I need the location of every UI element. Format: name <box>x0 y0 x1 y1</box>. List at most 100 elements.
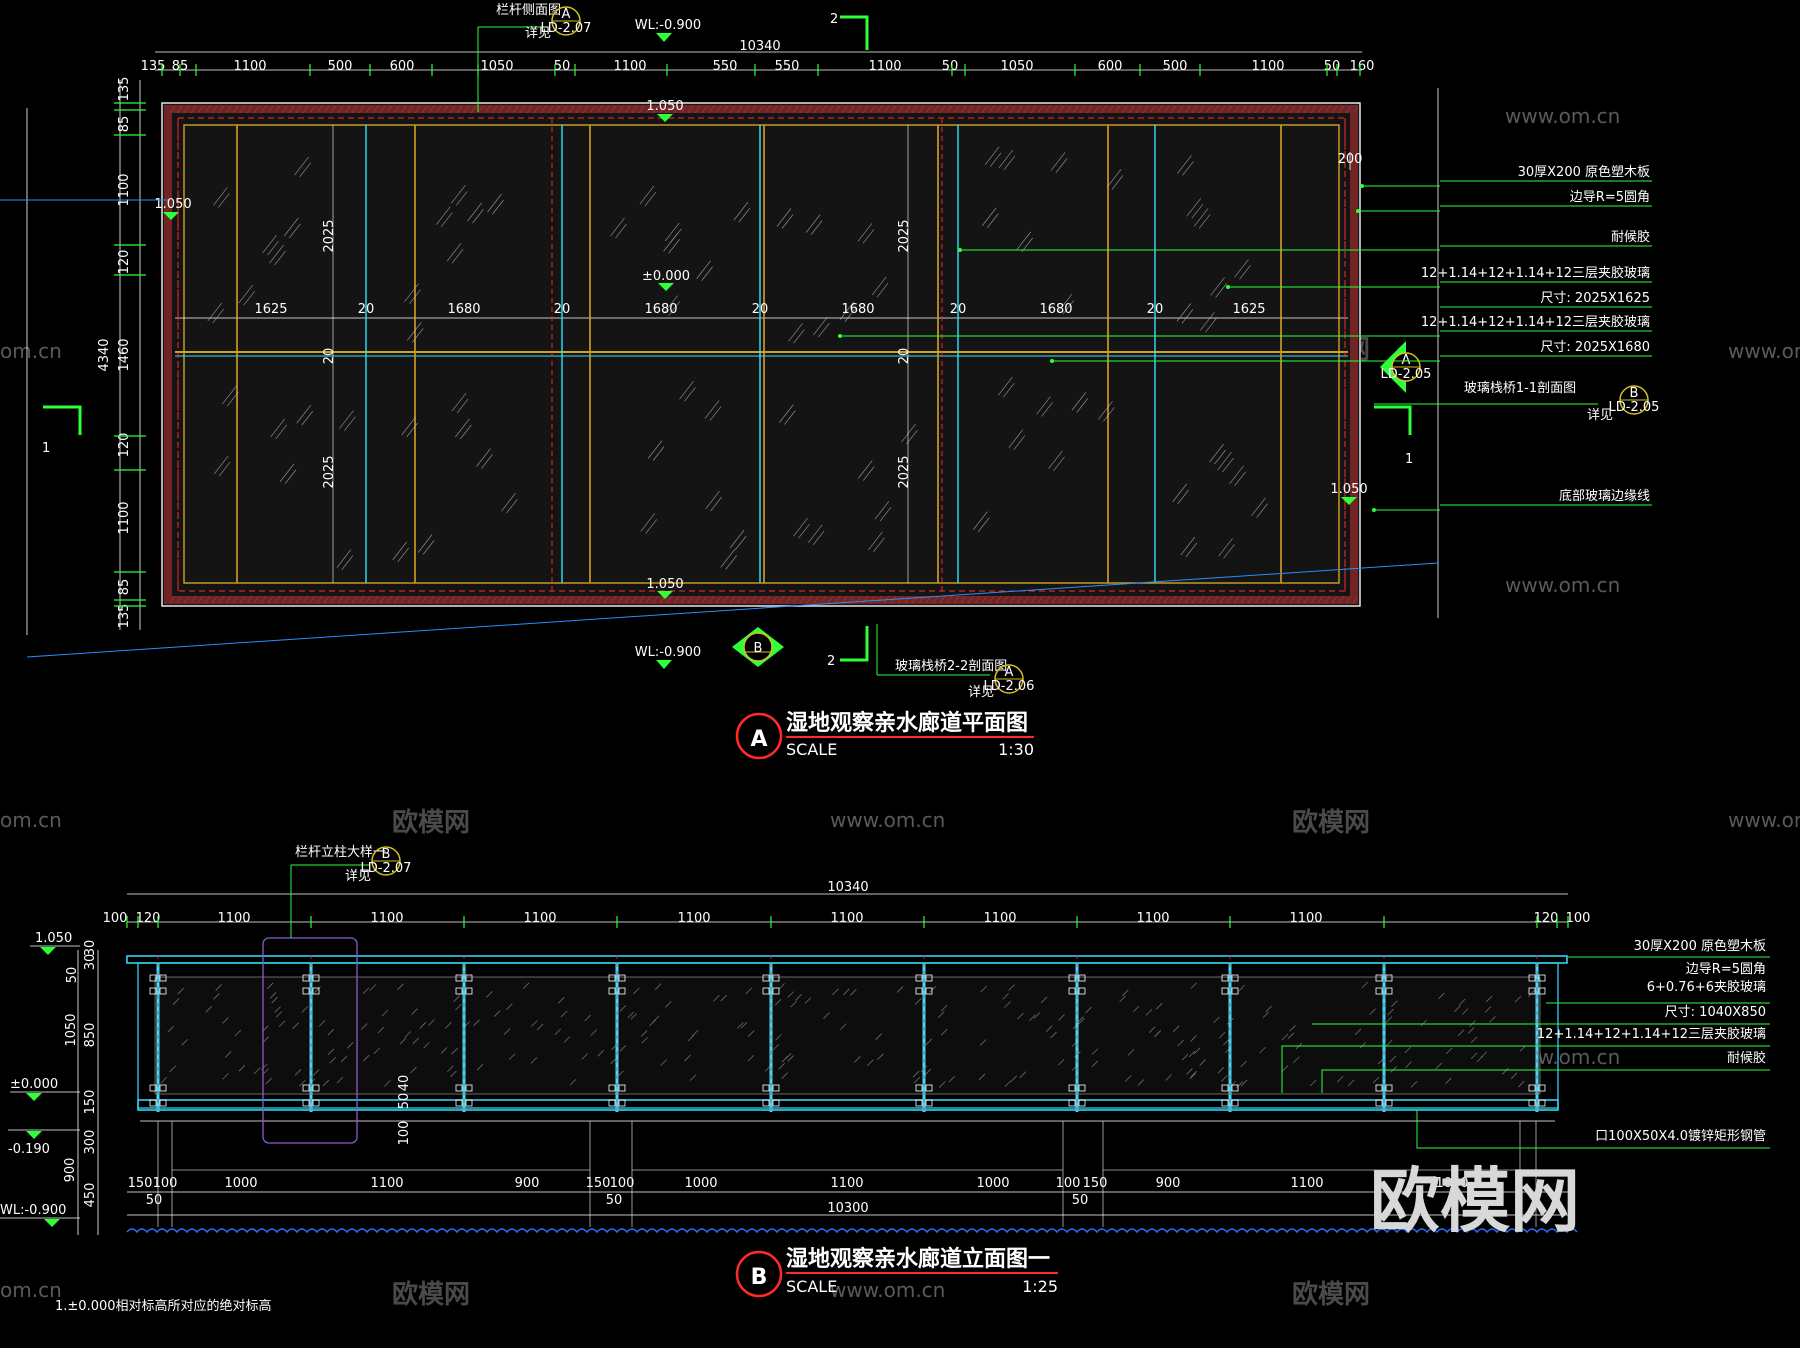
elev-bottom-dim: 900 <box>1156 1176 1181 1191</box>
elev-scale-label: SCALE <box>786 1277 837 1296</box>
elev-small-dim: 40 <box>397 1075 412 1092</box>
level-triangle <box>656 660 672 669</box>
elev-top-dim: 1100 <box>523 911 556 926</box>
plan-inner-mid: 20 <box>322 348 337 365</box>
plan-note: 底部玻璃边缘线 <box>1559 488 1650 504</box>
elev-left-dim: 150 <box>83 1090 98 1115</box>
watermark-url: www.om.cn <box>830 808 945 832</box>
elev-bottom-dim: 1000 <box>976 1176 1009 1191</box>
elev-top-dims: 100 120 1100 1100 1100 1100 1100 1100 1100 1100 12… <box>103 911 1591 928</box>
callout-top-ref: LD-2.07 <box>541 21 592 36</box>
plan-left-dim: 85 <box>117 116 132 133</box>
watermark-cn-short: om.cn <box>0 808 62 832</box>
plan-note: 耐候胶 <box>1611 229 1650 245</box>
elev-top-dim: 1100 <box>1136 911 1169 926</box>
watermark-url: www.om.cn <box>1505 104 1620 128</box>
plan-top-dim: 600 <box>390 59 415 74</box>
elev-left-dim: 30 <box>83 954 98 971</box>
elev-left-dim: 50 <box>65 967 80 984</box>
elev-left-dim: 300 <box>83 1130 98 1155</box>
plan-note: 30厚X200 原色塑木板 <box>1518 164 1650 180</box>
plan-top-dim: 550 <box>713 59 738 74</box>
section-mark-bottom <box>840 626 869 662</box>
elev-callout-ref: LD-2.07 <box>361 861 412 876</box>
callout-bottom-text: 玻璃栈桥2-2剖面图 <box>895 659 1007 674</box>
elev-bottom-dim2: 50 <box>146 1193 163 1208</box>
plan-note: 尺寸: 2025X1625 <box>1540 291 1650 306</box>
elev-bottom-dim: 100 <box>610 1176 635 1191</box>
callout-top-text: 栏杆侧面图 <box>496 3 561 18</box>
plan-overall-height: 4340 <box>97 338 112 371</box>
elev-top-deck <box>126 955 1568 964</box>
right-marker-ref: LD-2.05 <box>1381 367 1432 382</box>
plan-panel-dim: 20 <box>358 302 375 317</box>
plan-level-right: 1.050 <box>1330 482 1367 497</box>
elev-glass <box>154 976 1541 1095</box>
plan-top-dim: 1100 <box>233 59 266 74</box>
section-num-right: 1 <box>1405 452 1413 467</box>
plan-top-dim: 1100 <box>613 59 646 74</box>
plan-top-dim: 1100 <box>868 59 901 74</box>
plan-title-marker-letter: A <box>750 727 767 752</box>
watermark-cn-short: om.cn <box>0 339 62 363</box>
callout-right-mark: B <box>1630 386 1639 401</box>
elev-scale-value: 1:25 <box>1022 1277 1058 1296</box>
plan-note: 12+1.14+12+1.14+12三层夹胶玻璃 <box>1421 265 1650 281</box>
plan-scale-label: SCALE <box>786 740 837 759</box>
elev-small-dim: 100 <box>397 1121 412 1146</box>
plan-level-top: 1.050 <box>646 99 683 114</box>
elev-bottom-dim: 100 <box>1056 1176 1081 1191</box>
plan-panel-dim: 1680 <box>1039 302 1072 317</box>
elev-overall-bottom: 10300 <box>827 1201 868 1216</box>
elev-bottom-dim: 1000 <box>684 1176 717 1191</box>
elev-bottom-dim: 150 <box>1083 1176 1108 1191</box>
elev-note: 12+1.14+12+1.14+12三层夹胶玻璃 <box>1537 1026 1766 1042</box>
watermark-cn: 欧模网 <box>1292 807 1370 838</box>
watermark-url: www.om.cn <box>1728 808 1800 832</box>
plan-left-dim: 120 <box>117 250 132 275</box>
plan-inner-dim: 2025 <box>897 455 912 488</box>
elev-top-dim: 1100 <box>983 911 1016 926</box>
plan-inner-mid: 20 <box>897 348 912 365</box>
elev-note: 尺寸: 1040X850 <box>1665 1005 1766 1020</box>
plan-top-dim: 1050 <box>480 59 513 74</box>
elev-overall-top: 10340 <box>827 880 868 895</box>
elev-bottom-dim: 150 <box>586 1176 611 1191</box>
plan-level-bottom: 1.050 <box>646 577 683 592</box>
plan-panel-dim: 1625 <box>1232 302 1265 317</box>
elev-water-line <box>126 1228 1578 1234</box>
watermark-url: www.om.cn <box>1505 573 1620 597</box>
elev-top-dim: 1100 <box>677 911 710 926</box>
plan-left-dim: 85 <box>117 579 132 596</box>
plan-left-dim: 1100 <box>117 173 132 206</box>
watermark-url: www.om.cn <box>830 1278 945 1302</box>
elev-note: 6+0.76+6夹胶玻璃 <box>1647 979 1766 995</box>
elev-title-marker-letter: B <box>751 1265 768 1290</box>
section-mark-right <box>1374 405 1412 435</box>
section-num-bottom: 2 <box>827 654 835 669</box>
elev-left-dim: 850 <box>83 1023 98 1048</box>
section-num-top: 2 <box>830 12 838 27</box>
elev-top-dim: 1100 <box>217 911 250 926</box>
plan-panel-dim: 20 <box>950 302 967 317</box>
plan-left-dims: 1358511001201460120110085135 <box>114 77 146 628</box>
plan-top-dim: 550 <box>775 59 800 74</box>
elev-top-dim: 1100 <box>370 911 403 926</box>
plan-left-dim: 1460 <box>117 338 132 371</box>
plan-scale-value: 1:30 <box>998 740 1034 759</box>
plan-left-dim: 1100 <box>117 501 132 534</box>
elev-bottom-dim: 1100 <box>830 1176 863 1191</box>
watermark-cn-short: om.cn <box>0 1278 62 1302</box>
elev-note: 30厚X200 原色塑木板 <box>1634 938 1766 954</box>
elev-left-dim: 1050 <box>64 1013 79 1046</box>
elev-bottom-dim: 150 <box>128 1176 153 1191</box>
plan-top-dim: 1050 <box>1000 59 1033 74</box>
elev-top-dim: 100 <box>1566 911 1591 926</box>
plan-top-dim: 50 <box>554 59 571 74</box>
plan-panel-dim: 1625 <box>254 302 287 317</box>
watermark-cn: 欧模网 <box>392 1279 470 1310</box>
plan-level-left: 1.050 <box>154 197 191 212</box>
plan-right-dim: 200 <box>1338 152 1363 167</box>
elev-callout-mark: B <box>382 847 391 862</box>
elev-bottom-dim: 1000 <box>224 1176 257 1191</box>
